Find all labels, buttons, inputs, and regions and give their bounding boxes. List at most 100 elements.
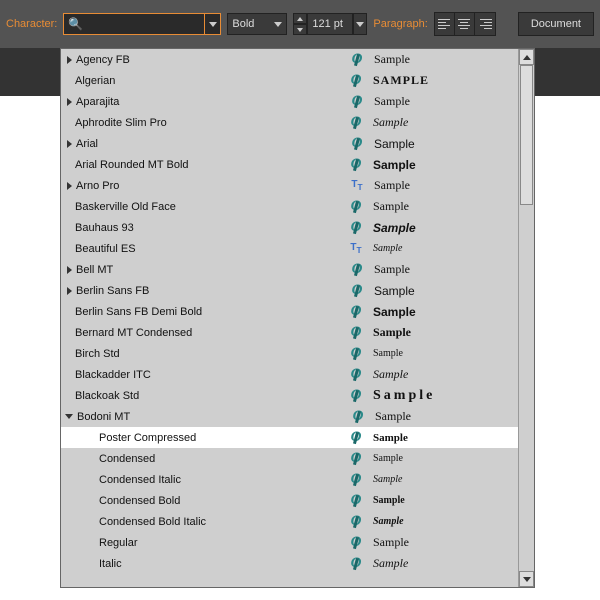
- font-size-value[interactable]: 121 pt: [307, 13, 353, 35]
- font-field: 🔍: [63, 13, 221, 35]
- scroll-thumb[interactable]: [520, 65, 533, 205]
- font-style-value: Bold: [232, 18, 254, 30]
- font-row[interactable]: Blackadder ITC O Sample: [61, 364, 518, 385]
- font-style-select[interactable]: Bold: [227, 13, 287, 35]
- font-variant-row[interactable]: Condensed O Sample: [61, 448, 518, 469]
- font-name: Beautiful ES: [75, 243, 345, 255]
- opentype-icon: O: [345, 534, 367, 551]
- chevron-down-icon: [297, 28, 303, 32]
- opentype-icon: O: [346, 261, 368, 278]
- opentype-icon: O: [346, 135, 368, 152]
- scroll-down-button[interactable]: [519, 571, 534, 587]
- chevron-down-icon: [356, 22, 364, 27]
- font-variant-name: Regular: [99, 537, 345, 549]
- font-sample: Sample: [373, 199, 409, 214]
- opentype-icon: O: [345, 387, 367, 404]
- chevron-up-icon: [297, 17, 303, 21]
- font-name: Blackoak Std: [75, 390, 345, 402]
- chevron-down-icon: [274, 22, 282, 27]
- font-row[interactable]: Birch Std O Sample: [61, 343, 518, 364]
- font-sample: Sample: [375, 409, 411, 424]
- opentype-icon: O: [346, 282, 368, 299]
- scroll-up-button[interactable]: [519, 49, 534, 65]
- align-left-button[interactable]: [435, 13, 455, 35]
- font-row[interactable]: Arno Pro TT Sample: [61, 175, 518, 196]
- truetype-icon: TT: [346, 179, 368, 192]
- font-row[interactable]: Baskerville Old Face O Sample: [61, 196, 518, 217]
- font-name: Birch Std: [75, 348, 345, 360]
- font-row[interactable]: Blackoak Std O Sample: [61, 385, 518, 406]
- font-variant-row[interactable]: Condensed Italic O Sample: [61, 469, 518, 490]
- font-sample: Sample: [373, 243, 402, 254]
- font-name: Berlin Sans FB: [76, 285, 346, 297]
- opentype-icon: O: [345, 492, 367, 509]
- font-row[interactable]: Arial Rounded MT Bold O Sample: [61, 154, 518, 175]
- font-row[interactable]: Aphrodite Slim Pro O Sample: [61, 112, 518, 133]
- opentype-icon: O: [345, 513, 367, 530]
- opentype-icon: O: [346, 51, 368, 68]
- font-variant-name: Condensed Italic: [99, 474, 345, 486]
- opentype-icon: O: [345, 114, 367, 131]
- font-search-input[interactable]: 🔍: [63, 13, 205, 35]
- align-center-button[interactable]: [455, 13, 475, 35]
- font-name: Agency FB: [76, 54, 346, 66]
- expand-icon: [67, 182, 72, 190]
- font-name: Arial: [76, 138, 346, 150]
- font-row[interactable]: Bernard MT Condensed O Sample: [61, 322, 518, 343]
- document-button[interactable]: Document: [518, 12, 594, 36]
- opentype-icon: O: [345, 303, 367, 320]
- scroll-track[interactable]: [519, 65, 534, 571]
- font-variant-row[interactable]: Italic O Sample: [61, 553, 518, 574]
- font-sample: Sample: [374, 137, 415, 151]
- font-sample: Sample: [373, 535, 409, 550]
- font-sample: Sample: [373, 556, 408, 571]
- font-sample: Sample: [373, 221, 416, 235]
- font-sample: Sample: [373, 367, 408, 382]
- align-group: [434, 12, 496, 36]
- font-row[interactable]: Berlin Sans FB Demi Bold O Sample: [61, 301, 518, 322]
- font-row[interactable]: Agency FB O Sample: [61, 49, 518, 70]
- expand-icon: [67, 287, 72, 295]
- chevron-up-icon: [523, 55, 531, 60]
- opentype-icon: O: [346, 93, 368, 110]
- font-variant-name: Condensed Bold Italic: [99, 516, 345, 528]
- size-step-up[interactable]: [293, 13, 307, 24]
- chevron-down-icon: [523, 577, 531, 582]
- font-variant-row[interactable]: Condensed Bold Italic O Sample: [61, 511, 518, 532]
- font-row[interactable]: Bodoni MT O Sample: [61, 406, 518, 427]
- font-sample: Sample: [373, 388, 435, 404]
- font-variant-name: Poster Compressed: [99, 432, 345, 444]
- font-row[interactable]: Arial O Sample: [61, 133, 518, 154]
- opentype-icon: O: [345, 324, 367, 341]
- font-row[interactable]: Bauhaus 93 O Sample: [61, 217, 518, 238]
- font-name: Baskerville Old Face: [75, 201, 345, 213]
- size-step-down[interactable]: [293, 24, 307, 35]
- font-row[interactable]: Algerian O SAMPLE: [61, 70, 518, 91]
- font-variant-row[interactable]: Poster Compressed O Sample: [61, 427, 518, 448]
- toolbar: Character: 🔍 Bold 121 pt Paragraph: Docu…: [0, 0, 600, 48]
- font-row[interactable]: Bell MT O Sample: [61, 259, 518, 280]
- font-row[interactable]: Aparajita O Sample: [61, 91, 518, 112]
- font-sample: Sample: [373, 474, 402, 485]
- font-variant-row[interactable]: Regular O Sample: [61, 532, 518, 553]
- font-sample: Sample: [373, 516, 404, 527]
- expand-icon: [67, 266, 72, 274]
- size-stepper: [293, 13, 307, 35]
- opentype-icon: O: [345, 156, 367, 173]
- align-right-button[interactable]: [475, 13, 495, 35]
- font-variant-row[interactable]: Condensed Bold O Sample: [61, 490, 518, 511]
- font-name: Blackadder ITC: [75, 369, 345, 381]
- font-dropdown-button[interactable]: [205, 13, 221, 35]
- font-variant-name: Condensed Bold: [99, 495, 345, 507]
- font-size-dropdown[interactable]: [353, 13, 367, 35]
- font-row[interactable]: Beautiful ES TT Sample: [61, 238, 518, 259]
- opentype-icon: O: [345, 429, 367, 446]
- font-size-field: 121 pt: [293, 13, 367, 35]
- font-sample: Sample: [373, 453, 403, 464]
- font-list[interactable]: Agency FB O Sample Algerian O SAMPLE Apa…: [61, 49, 518, 587]
- font-name: Bernard MT Condensed: [75, 327, 345, 339]
- font-row[interactable]: Berlin Sans FB O Sample: [61, 280, 518, 301]
- font-name: Arial Rounded MT Bold: [75, 159, 345, 171]
- font-name: Bauhaus 93: [75, 222, 345, 234]
- font-sample: Sample: [373, 158, 416, 172]
